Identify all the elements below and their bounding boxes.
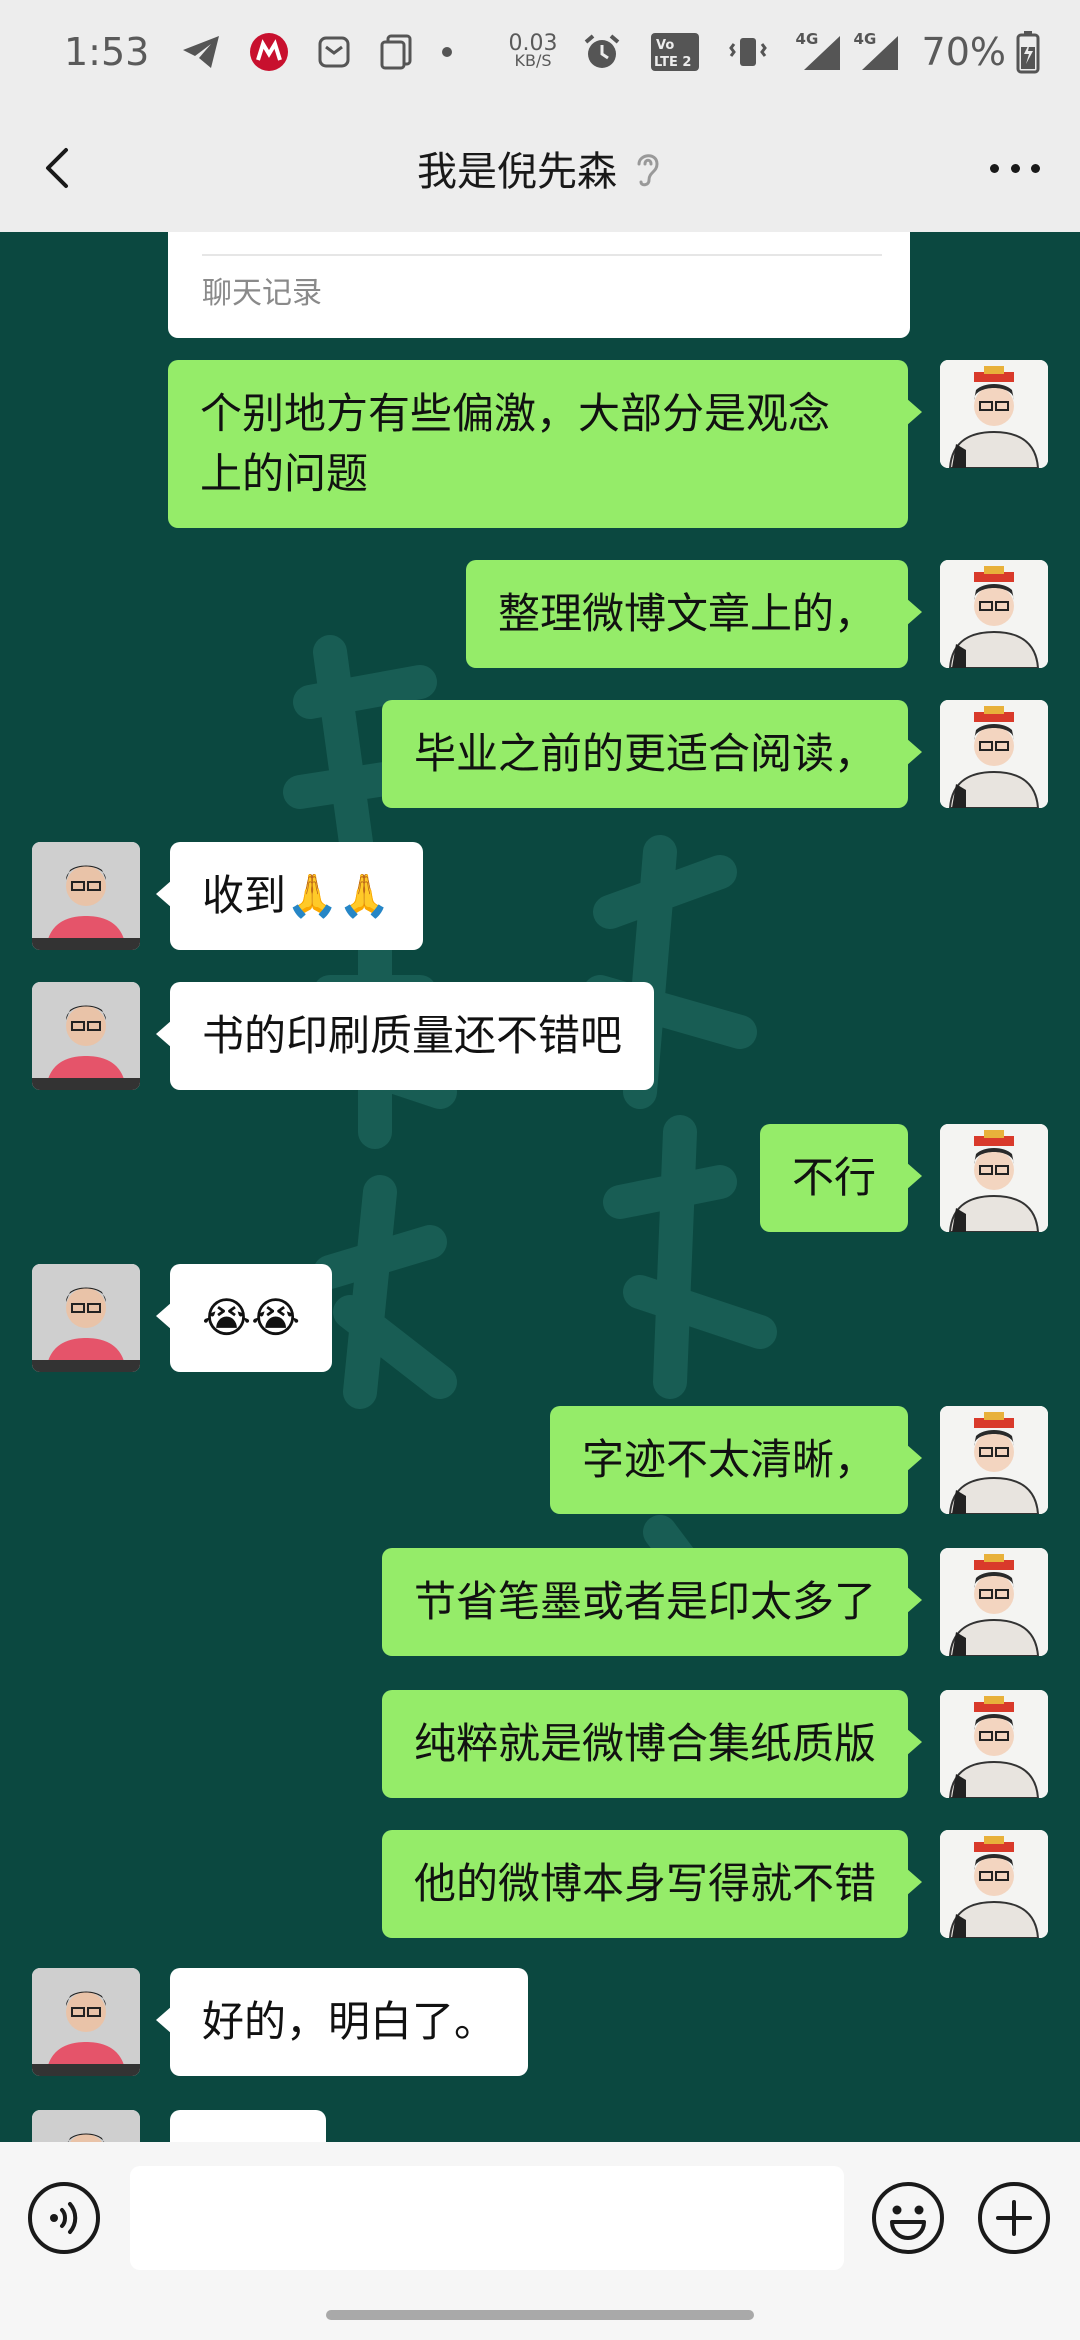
- telegram-icon: [181, 34, 221, 70]
- message-text: 毕业之前的更适合阅读，: [413, 729, 876, 778]
- message-text: 字迹不太清晰，: [581, 1435, 876, 1484]
- avatar[interactable]: [32, 1968, 140, 2076]
- plus-icon[interactable]: [976, 2180, 1052, 2256]
- avatar[interactable]: [940, 1830, 1048, 1938]
- message-text: 好的，明白了。: [202, 1997, 497, 2046]
- chat-header: 我是倪先森: [0, 104, 1080, 232]
- signal-2-label: 4G: [853, 30, 877, 48]
- net-speed: 0.03 KB/S: [508, 31, 558, 70]
- vibrate-icon: [728, 32, 768, 72]
- cmb-bank-icon: [249, 32, 289, 72]
- message-text: 😭😭: [202, 1293, 301, 1342]
- chat-area[interactable]: 聊天记录 个别地方有些偏激，大部分是观念上的问题 整理微博文章上的， 毕业之前的…: [0, 232, 1080, 2142]
- back-arrow-icon[interactable]: [36, 144, 84, 192]
- avatar[interactable]: [940, 1406, 1048, 1514]
- avatar[interactable]: [940, 1548, 1048, 1656]
- message-text: 收到🙏🙏: [202, 871, 391, 920]
- chat-title-text: 我是倪先森: [417, 149, 617, 195]
- avatar[interactable]: [940, 1124, 1048, 1232]
- message-input[interactable]: [130, 2166, 844, 2270]
- message-text: 书的印刷质量还不错吧: [202, 1011, 623, 1060]
- chat-record-label: 聊天记录: [202, 276, 322, 311]
- home-indicator[interactable]: [326, 2310, 754, 2320]
- message-text: 不行: [791, 1153, 876, 1202]
- message-text: 整理微博文章上的，: [497, 589, 876, 638]
- emoji-icon[interactable]: [870, 2180, 946, 2256]
- net-speed-value: 0.03: [508, 31, 558, 56]
- message-text: 他的微博本身写得就不错: [413, 1859, 876, 1908]
- message-bubble-received[interactable]: [170, 2110, 326, 2142]
- card-divider: [202, 254, 882, 256]
- clipboard-icon: [379, 33, 413, 71]
- svg-text:Vo: Vo: [656, 38, 674, 53]
- message-text: 节省笔墨或者是印太多了: [413, 1577, 876, 1626]
- message-bubble-sent[interactable]: 毕业之前的更适合阅读，: [381, 700, 923, 808]
- message-text: 个别地方有些偏激，大部分是观念上的问题: [200, 389, 831, 498]
- avatar[interactable]: [32, 1264, 140, 1372]
- ear-icon: [637, 154, 659, 187]
- avatar[interactable]: [32, 2110, 140, 2142]
- voice-icon[interactable]: [26, 2180, 102, 2256]
- avatar[interactable]: [940, 560, 1048, 668]
- avatar[interactable]: [32, 982, 140, 1090]
- message-bubble-received[interactable]: 收到🙏🙏: [156, 842, 423, 950]
- avatar[interactable]: [940, 360, 1048, 468]
- message-bubble-sent[interactable]: 节省笔墨或者是印太多了: [381, 1548, 923, 1656]
- message-bubble-sent[interactable]: 他的微博本身写得就不错: [381, 1830, 923, 1938]
- alarm-icon: [582, 32, 622, 72]
- mail-icon: [317, 35, 351, 69]
- message-bubble-sent[interactable]: 整理微博文章上的，: [465, 560, 923, 668]
- net-speed-unit: KB/S: [514, 51, 552, 70]
- status-bar: 1:53 0.03 KB/S Vo LTE 2 4G 4G 70%: [0, 0, 1080, 104]
- notification-dot-icon: [441, 46, 453, 58]
- message-bubble-sent[interactable]: 字迹不太清晰，: [549, 1406, 923, 1514]
- avatar[interactable]: [940, 1690, 1048, 1798]
- more-icon[interactable]: [990, 152, 1040, 184]
- battery-percent: 70%: [921, 30, 1006, 74]
- message-bubble-received[interactable]: 好的，明白了。: [155, 1968, 529, 2076]
- message-bubble-sent[interactable]: 不行: [759, 1124, 923, 1232]
- avatar[interactable]: [940, 700, 1048, 808]
- signal-2-icon: 4G: [854, 30, 898, 70]
- svg-text:LTE 2: LTE 2: [654, 55, 691, 70]
- battery-charging-icon: [1016, 30, 1040, 74]
- message-bubble-sent[interactable]: 个别地方有些偏激，大部分是观念上的问题: [168, 360, 922, 528]
- message-bubble-received[interactable]: 书的印刷质量还不错吧: [155, 982, 655, 1090]
- signal-1-icon: 4G: [796, 30, 840, 70]
- chat-title[interactable]: 我是倪先森: [417, 139, 663, 197]
- avatar[interactable]: [32, 842, 140, 950]
- volte-badge: Vo LTE 2: [650, 32, 700, 72]
- signal-1-label: 4G: [795, 30, 819, 48]
- message-bubble-sent[interactable]: 纯粹就是微博合集纸质版: [381, 1690, 923, 1798]
- message-bubble-received[interactable]: 😭😭: [155, 1264, 333, 1372]
- status-time: 1:53: [64, 30, 150, 74]
- chat-record-card[interactable]: 聊天记录: [168, 232, 910, 338]
- message-text: 纯粹就是微博合集纸质版: [413, 1719, 876, 1768]
